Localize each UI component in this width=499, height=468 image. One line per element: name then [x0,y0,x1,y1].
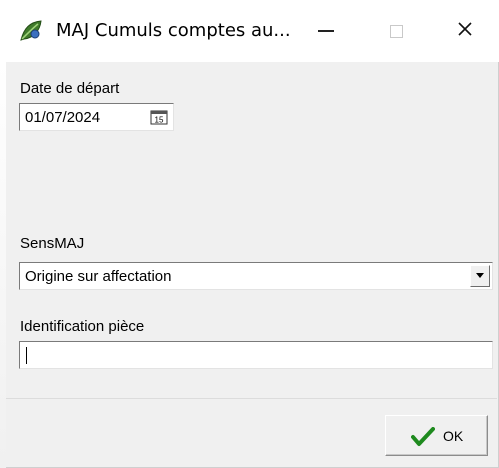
identification-piece-label: Identification pièce [20,318,145,335]
title-bar[interactable]: MAJ Cumuls comptes au... [0,0,499,62]
window-left-edge [0,62,6,468]
text-caret [26,347,27,364]
ok-label: OK [443,428,464,444]
maximize-icon [389,24,403,38]
ok-button[interactable]: OK [385,415,488,456]
sens-maj-label: SensMAJ [20,235,85,252]
footer-separator [6,398,497,399]
date-value[interactable]: 01/07/2024 [25,109,100,126]
svg-text:15: 15 [155,116,164,125]
dialog-window: MAJ Cumuls comptes au... Date de départ … [0,0,499,468]
sens-maj-select[interactable]: Origine sur affectation [19,262,493,290]
window-title: MAJ Cumuls comptes au... [56,20,291,41]
sens-maj-value: Origine sur affectation [25,268,172,285]
close-button[interactable] [441,10,489,52]
date-label: Date de départ [20,80,120,97]
dropdown-button[interactable] [470,265,490,287]
checkmark-icon [411,427,435,447]
app-leaf-icon [18,18,44,44]
maximize-button[interactable] [372,10,420,52]
chevron-down-icon [476,273,484,278]
date-field[interactable]: 01/07/2024 15 [19,103,174,131]
calendar-icon[interactable]: 15 [149,108,169,126]
identification-piece-input[interactable] [19,341,493,369]
close-icon [457,21,473,42]
minimize-icon [318,30,334,32]
minimize-button[interactable] [302,10,350,52]
